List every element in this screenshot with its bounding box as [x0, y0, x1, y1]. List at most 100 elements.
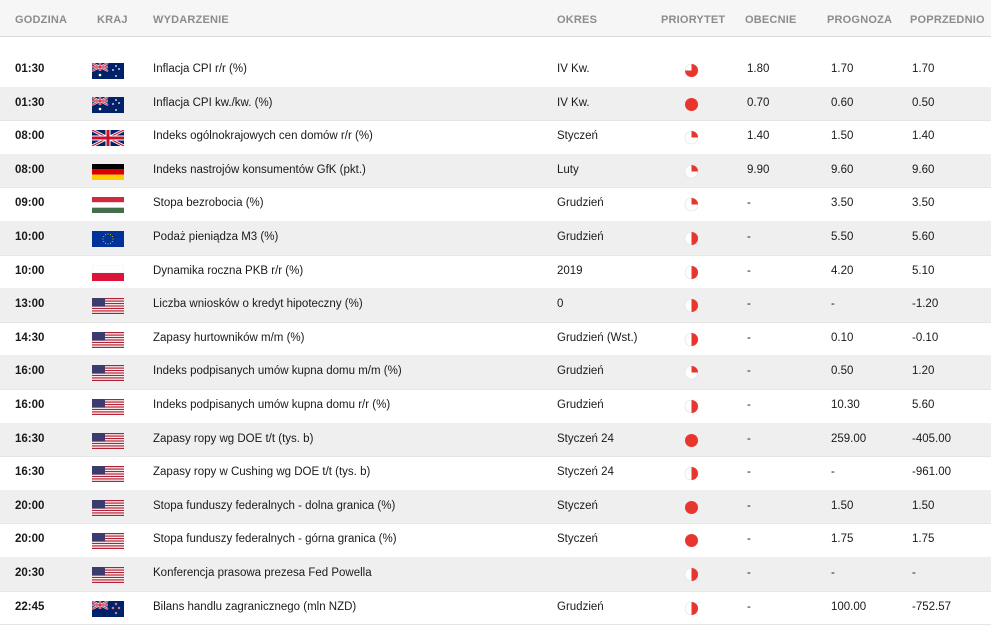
event-name: Indeks podpisanych umów kupna domu m/m (… [153, 365, 402, 378]
priority-half-icon [684, 265, 699, 280]
priority-half-icon [684, 567, 699, 582]
event-name: Inflacja CPI kw./kw. (%) [153, 96, 273, 109]
usa-flag [92, 499, 124, 516]
time-cell: 13:00 [15, 298, 45, 311]
forecast-value: - [831, 466, 835, 479]
table-row[interactable]: 09:00 Stopa bezrobocia (%) Grudzień - 3.50 3.… [0, 187, 991, 222]
header-forecast[interactable]: PROGNOZA [827, 14, 892, 26]
table-row[interactable]: 14:30 Zapasy hurtowników m/m (%) Grudzień … [0, 322, 991, 357]
header-period[interactable]: OKRES [557, 14, 597, 26]
usa-flag [92, 365, 124, 382]
header-country[interactable]: KRAJ [97, 14, 128, 26]
header-actual[interactable]: OBECNIE [745, 14, 797, 26]
usa-flag [92, 331, 124, 348]
event-name: Zapasy hurtowników m/m (%) [153, 331, 305, 344]
forecast-value: 259.00 [831, 432, 867, 445]
previous-value: 9.60 [912, 163, 935, 176]
actual-value: - [747, 432, 751, 445]
table-row[interactable]: 16:00 Indeks podpisanych umów kupna domu … [0, 355, 991, 390]
period-cell: Grudzień [557, 231, 604, 243]
table-row[interactable]: 20:00 Stopa funduszy federalnych - górna … [0, 523, 991, 558]
table-row[interactable]: 10:00 Dynamika roczna PKB r/r (%) 2019 - 4.2… [0, 255, 991, 290]
header-priority[interactable]: PRIORYTET [661, 14, 725, 26]
germany-flag [92, 163, 124, 180]
priority-low-icon [684, 164, 699, 179]
table-row[interactable]: 16:30 Zapasy ropy w Cushing wg DOE t/t (t… [0, 456, 991, 491]
table-row[interactable]: 13:00 Liczba wniosków o kredyt hipoteczny… [0, 288, 991, 323]
forecast-value: 1.75 [831, 533, 854, 546]
actual-value: 1.80 [747, 63, 770, 75]
table-header: GODZINA KRAJ WYDARZENIE OKRES PRIORYTET … [0, 0, 991, 37]
time-cell: 20:30 [15, 567, 45, 579]
table-row[interactable]: 20:30 Konferencja prasowa prezesa Fed Pow… [0, 557, 991, 592]
forecast-value: 100.00 [831, 600, 867, 613]
priority-half-icon [684, 332, 699, 347]
priority-half-icon [684, 466, 699, 481]
forecast-value: 3.50 [831, 197, 854, 210]
table-row[interactable]: 01:30 Inflacja CPI kw./kw. (%) IV Kw. 0.70 0… [0, 86, 991, 122]
event-name: Indeks ogólnokrajowych cen domów r/r (%) [153, 130, 373, 143]
table-row[interactable]: 10:00 Podaż pieniądza M3 (%) Grudzień - 5.50… [0, 221, 991, 256]
previous-value: 5.60 [912, 399, 935, 411]
time-cell: 01:30 [15, 96, 45, 109]
time-cell: 10:00 [15, 264, 45, 277]
event-name: Liczba wniosków o kredyt hipoteczny (%) [153, 298, 363, 311]
actual-value: - [747, 567, 751, 579]
actual-value: 9.90 [747, 163, 770, 176]
eu-flag [92, 231, 124, 247]
period-cell: Luty [557, 163, 579, 176]
previous-value: 1.40 [912, 130, 935, 143]
event-name: Stopa funduszy federalnych - górna grani… [153, 533, 397, 546]
time-cell: 08:00 [15, 163, 45, 176]
event-name: Konferencja prasowa prezesa Fed Powella [153, 567, 372, 579]
previous-value: 1.75 [912, 533, 935, 546]
period-cell: Styczeń 24 [557, 432, 614, 445]
time-cell: 08:00 [15, 130, 45, 143]
previous-value: 5.60 [912, 231, 935, 243]
time-cell: 10:00 [15, 231, 45, 243]
table-row[interactable]: 16:30 Zapasy ropy wg DOE t/t (tys. b) Styc… [0, 422, 991, 458]
actual-value: - [747, 365, 751, 378]
table-row[interactable]: 01:30 Inflacja CPI r/r (%) IV Kw. 1.80 1.70 1… [0, 53, 991, 88]
previous-value: 1.50 [912, 499, 935, 512]
time-cell: 20:00 [15, 533, 45, 546]
previous-value: 1.70 [912, 63, 935, 75]
priority-high-icon [684, 533, 699, 548]
header-time[interactable]: GODZINA [15, 14, 67, 26]
usa-flag [92, 432, 124, 449]
event-name: Podaż pieniądza M3 (%) [153, 231, 279, 243]
forecast-value: 1.50 [831, 499, 854, 512]
actual-value: - [747, 533, 751, 546]
period-cell: Grudzień [557, 399, 604, 411]
event-name: Inflacja CPI r/r (%) [153, 63, 247, 75]
header-previous[interactable]: POPRZEDNIO [910, 14, 985, 26]
event-name: Zapasy ropy w Cushing wg DOE t/t (tys. b… [153, 466, 371, 479]
previous-value: -752.57 [912, 600, 952, 613]
usa-flag [92, 466, 124, 483]
actual-value: 0.70 [747, 96, 770, 109]
period-cell: Grudzień (Wst.) [557, 331, 638, 344]
priority-low-icon [684, 365, 699, 380]
previous-value: 3.50 [912, 197, 935, 210]
table-row[interactable]: 08:00 Indeks nastrojów konsumentów GfK (p… [0, 153, 991, 189]
previous-value: 5.10 [912, 264, 935, 277]
table-row[interactable]: 08:00 Indeks ogólnokrajowych cen domów r/… [0, 120, 991, 155]
time-cell: 14:30 [15, 331, 45, 344]
table-row[interactable]: 16:00 Indeks podpisanych umów kupna domu … [0, 389, 991, 424]
usa-flag [92, 567, 124, 583]
forecast-value: 10.30 [831, 399, 860, 411]
period-cell: Grudzień [557, 197, 604, 210]
period-cell: Grudzień [557, 365, 604, 378]
actual-value: - [747, 600, 751, 613]
header-event[interactable]: WYDARZENIE [153, 14, 229, 26]
period-cell: Styczeń [557, 499, 598, 512]
table-row[interactable]: 20:00 Stopa funduszy federalnych - dolna … [0, 489, 991, 525]
previous-value: -1.20 [912, 298, 939, 311]
priority-high-icon [684, 500, 699, 515]
previous-value: - [912, 567, 916, 579]
actual-value: - [747, 331, 751, 344]
table-row[interactable]: 22:45 Bilans handlu zagranicznego (mln NZ… [0, 591, 991, 625]
event-name: Zapasy ropy wg DOE t/t (tys. b) [153, 432, 314, 445]
forecast-value: 5.50 [831, 231, 854, 243]
time-cell: 20:00 [15, 499, 45, 512]
